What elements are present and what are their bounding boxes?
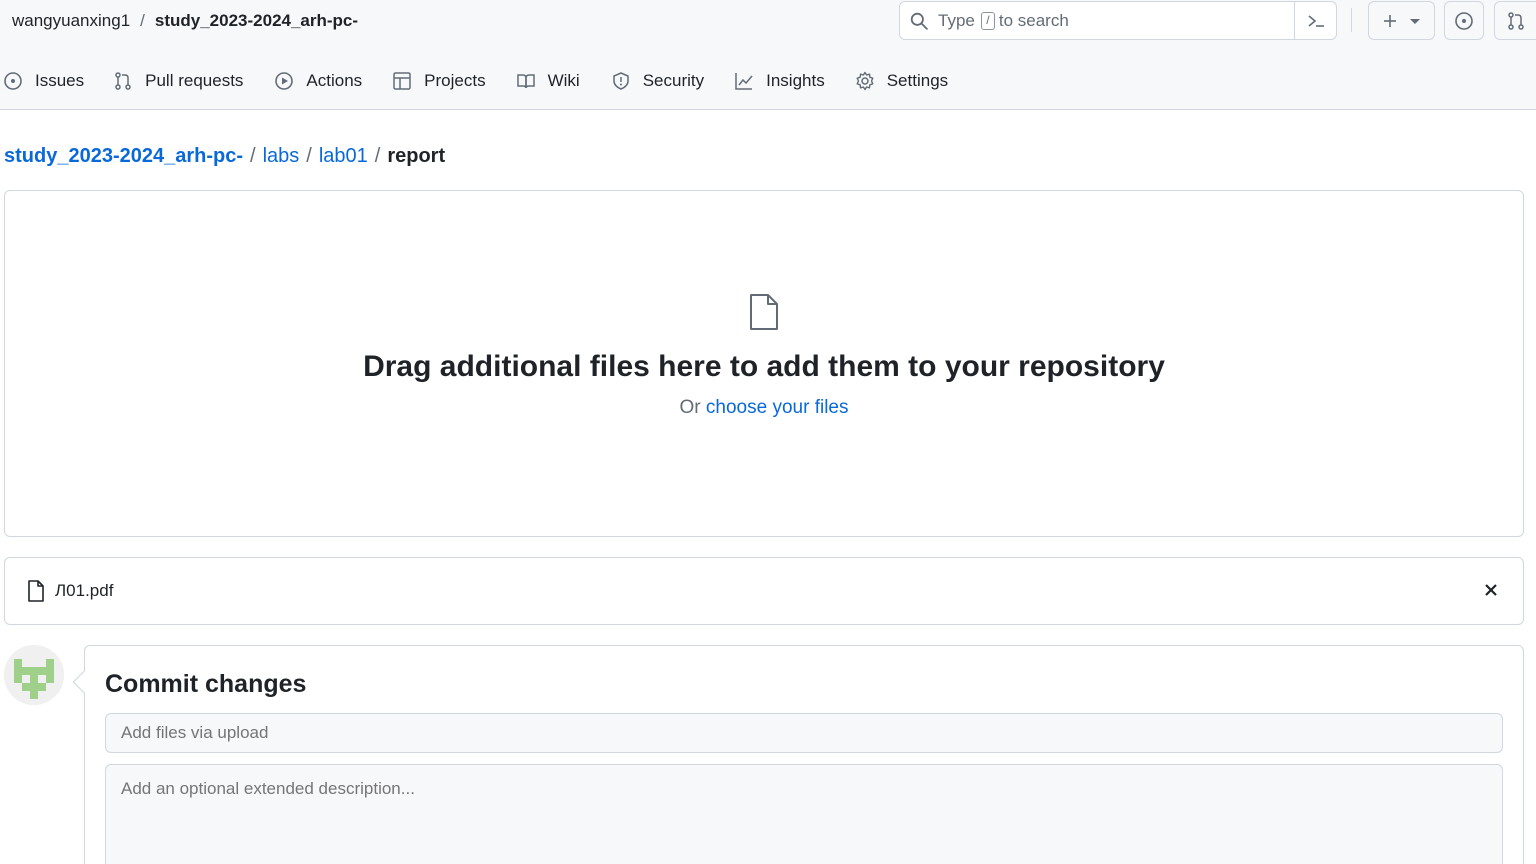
graph-icon xyxy=(735,73,753,90)
tab-label: Projects xyxy=(424,71,486,90)
repo-context: wangyuanxing1 / study_2023-2024_arh-pc- xyxy=(12,10,358,32)
drop-zone-title: Drag additional files here to add them t… xyxy=(363,350,1165,383)
pull-requests-button[interactable] xyxy=(1494,1,1536,40)
repo-header: wangyuanxing1 / study_2023-2024_arh-pc- … xyxy=(0,0,1536,110)
commit-summary-input[interactable] xyxy=(105,713,1503,753)
create-new-button[interactable] xyxy=(1368,1,1435,40)
issue-opened-icon xyxy=(4,72,22,90)
gear-icon xyxy=(856,71,874,91)
tab-insights[interactable]: Insights xyxy=(734,62,825,100)
uploaded-file-name: Л01.pdf xyxy=(55,581,114,600)
breadcrumb-labs-link[interactable]: labs xyxy=(263,144,300,168)
tab-issues[interactable]: Issues xyxy=(3,62,84,100)
breadcrumb: study_2023-2024_arh-pc- / labs / lab01 /… xyxy=(4,144,445,168)
tab-actions[interactable]: Actions xyxy=(274,62,362,100)
close-icon[interactable] xyxy=(1481,580,1501,600)
breadcrumb-separator: / xyxy=(374,145,381,167)
issue-icon xyxy=(1455,11,1473,30)
search-input[interactable]: Type / to search xyxy=(899,1,1337,40)
tab-label: Insights xyxy=(766,71,825,90)
avatar xyxy=(4,645,64,705)
git-pull-request-icon xyxy=(115,72,131,90)
tab-wiki[interactable]: Wiki xyxy=(516,62,580,100)
tab-settings[interactable]: Settings xyxy=(855,62,948,100)
tab-label: Settings xyxy=(886,71,949,90)
breadcrumb-separator: / xyxy=(250,145,256,167)
breadcrumb-root-link[interactable]: study_2023-2024_arh-pc- xyxy=(4,144,243,168)
tab-security[interactable]: Security xyxy=(611,62,704,100)
owner-link[interactable]: wangyuanxing1 xyxy=(12,10,130,32)
drop-zone-prefix: Or xyxy=(679,397,701,418)
issues-button[interactable] xyxy=(1444,1,1484,40)
command-palette-button[interactable] xyxy=(1294,2,1336,39)
tab-pull-requests[interactable]: Pull requests xyxy=(113,62,243,100)
tab-label: Pull requests xyxy=(145,71,244,90)
file-icon xyxy=(750,294,778,330)
commit-changes-panel: Commit changes xyxy=(72,645,1524,864)
search-suffix: to search xyxy=(998,10,1069,30)
search-icon xyxy=(910,12,928,30)
caret-down-icon xyxy=(1409,18,1420,24)
repo-link[interactable]: study_2023-2024_arh-pc- xyxy=(155,10,358,32)
pull-request-icon xyxy=(1507,11,1524,30)
shield-icon xyxy=(612,72,629,90)
tab-label: Actions xyxy=(306,71,363,90)
breadcrumb-current: report xyxy=(387,145,446,167)
tab-projects[interactable]: Projects xyxy=(392,62,486,100)
tab-label: Wiki xyxy=(547,71,580,90)
breadcrumb-separator: / xyxy=(306,145,312,167)
choose-files-link[interactable]: choose your files xyxy=(706,397,849,418)
tab-label: Issues xyxy=(35,71,85,90)
repo-nav-tabs: Issues Pull requests Actions Projects Wi… xyxy=(0,62,948,100)
tab-label: Security xyxy=(642,71,705,90)
search-placeholder: Type / to search xyxy=(938,11,1069,31)
commit-description-textarea[interactable] xyxy=(105,764,1503,864)
search-prefix: Type xyxy=(938,10,975,30)
book-icon xyxy=(516,74,535,89)
file-icon xyxy=(28,580,44,602)
table-icon xyxy=(393,72,411,90)
terminal-icon xyxy=(1307,14,1324,27)
header-divider xyxy=(1351,8,1352,32)
identicon-icon xyxy=(4,645,64,705)
panel-caret xyxy=(72,670,96,694)
context-separator: / xyxy=(140,11,145,30)
plus-icon xyxy=(1383,14,1396,27)
breadcrumb-lab01-link[interactable]: lab01 xyxy=(319,144,368,168)
play-icon xyxy=(275,72,294,90)
commit-title: Commit changes xyxy=(105,670,307,698)
uploaded-file-row: Л01.pdf xyxy=(4,557,1524,625)
file-drop-zone[interactable]: Drag additional files here to add them t… xyxy=(4,190,1524,537)
slash-key-hint: / xyxy=(980,11,995,30)
drop-zone-subtitle: Or choose your files xyxy=(5,397,1523,419)
